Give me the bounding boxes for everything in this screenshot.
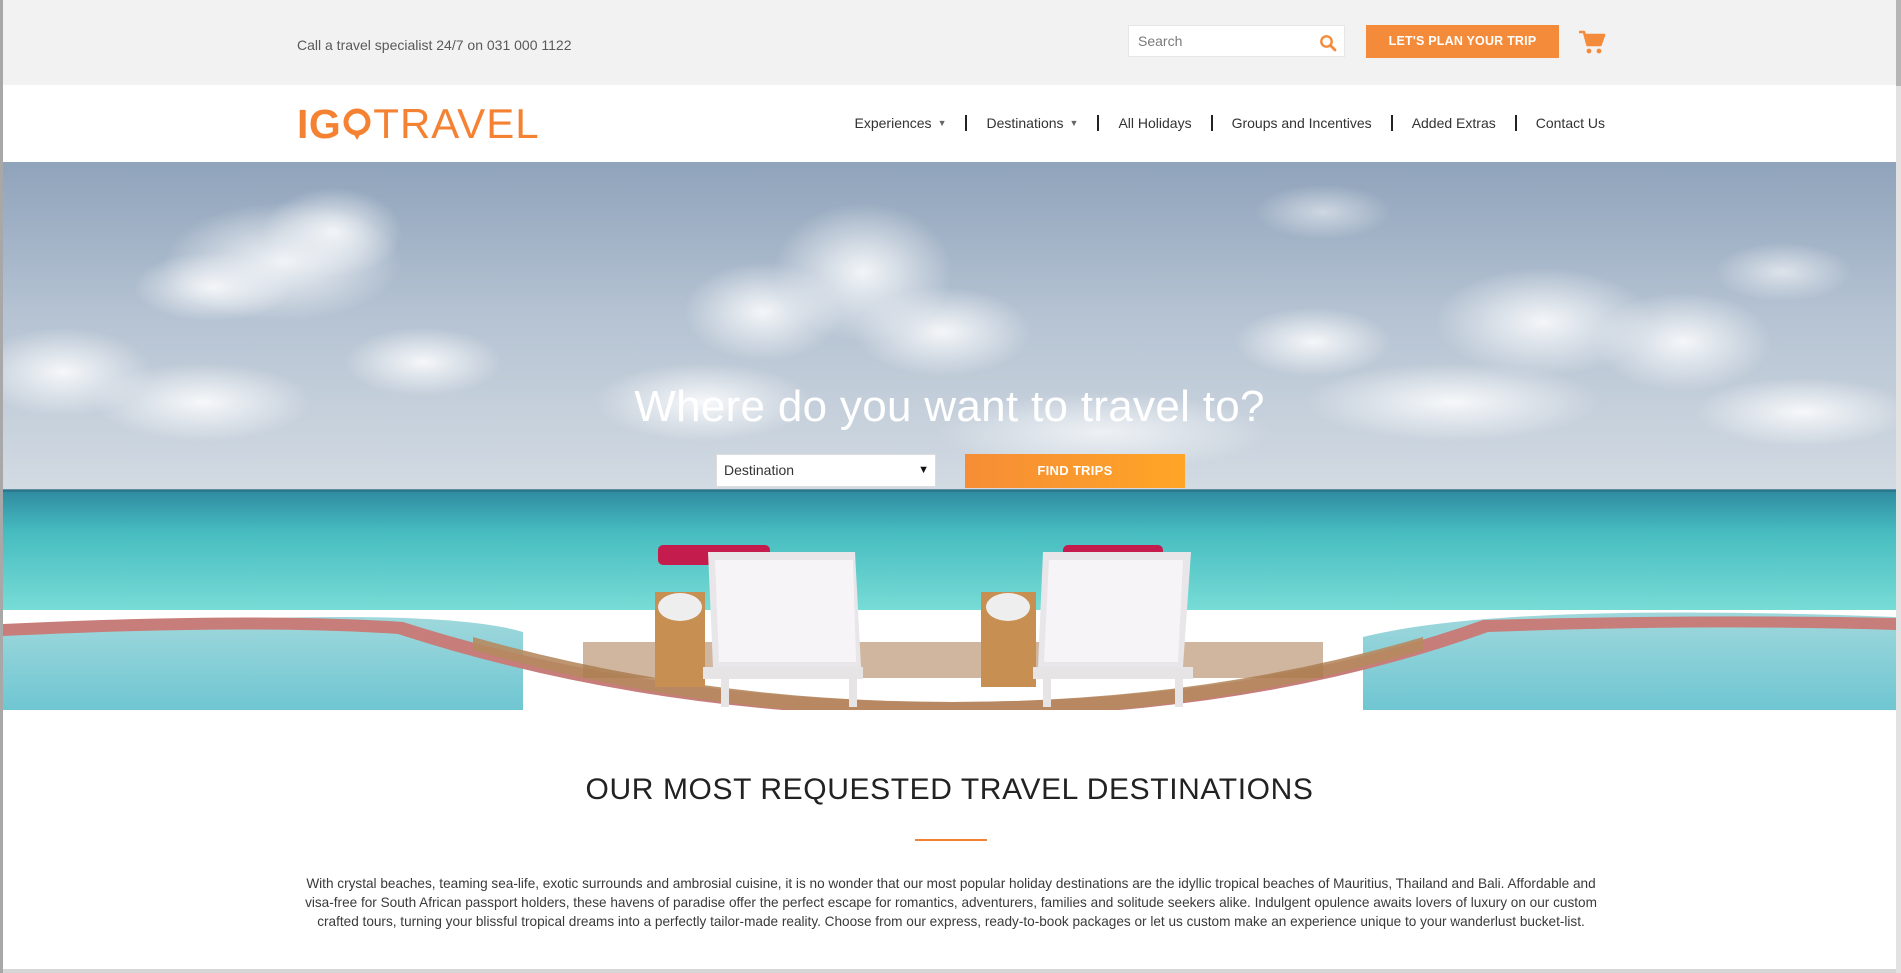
nav-label: Groups and Incentives bbox=[1231, 115, 1372, 131]
destination-select-value: Destination bbox=[724, 462, 795, 478]
main-header: IG TRAVEL Experiences ▼ Destinations ▼ A… bbox=[3, 85, 1896, 162]
search-input[interactable] bbox=[1129, 26, 1309, 56]
title-underline bbox=[915, 839, 987, 841]
logo-text-igo: IG bbox=[297, 101, 342, 147]
nav-label: Contact Us bbox=[1535, 115, 1605, 131]
nav-label: Destinations bbox=[986, 115, 1064, 131]
nav-label: Added Extras bbox=[1411, 115, 1496, 131]
nav-item-contact-us[interactable]: Contact Us bbox=[1517, 115, 1605, 131]
page: Call a travel specialist 24/7 on 031 000… bbox=[3, 0, 1896, 973]
search-box bbox=[1128, 25, 1345, 57]
intro-paragraph: With crystal beaches, teaming sea-life, … bbox=[305, 876, 1597, 929]
caret-down-icon: ▼ bbox=[937, 118, 947, 128]
caret-down-icon: ▼ bbox=[1069, 118, 1079, 128]
hero-title: Where do you want to travel to? bbox=[634, 382, 1265, 431]
scrollbar[interactable] bbox=[1896, 0, 1901, 973]
igo-travel-logo[interactable]: IG TRAVEL bbox=[297, 100, 540, 147]
logo-text-travel: TRAVEL bbox=[373, 100, 540, 147]
section-title: OUR MOST REQUESTED TRAVEL DESTINATIONS bbox=[585, 773, 1314, 806]
find-trips-button[interactable]: FIND TRIPS bbox=[965, 454, 1185, 488]
destination-select[interactable]: Destination ▼ bbox=[716, 454, 936, 487]
top-bar: Call a travel specialist 24/7 on 031 000… bbox=[3, 0, 1896, 85]
search-icon[interactable] bbox=[1319, 34, 1337, 52]
nav-label: Experiences bbox=[854, 115, 932, 131]
hero-banner: Where do you want to travel to? Destinat… bbox=[3, 162, 1896, 710]
location-pin-icon bbox=[343, 108, 371, 140]
chevron-down-icon: ▼ bbox=[918, 464, 929, 476]
scrollbar-thumb[interactable] bbox=[1896, 0, 1901, 86]
hero-background-image bbox=[3, 162, 1896, 710]
page-bottom-border bbox=[3, 969, 1896, 973]
main-nav: Experiences ▼ Destinations ▼ All Holiday… bbox=[836, 115, 1605, 131]
nav-item-destinations[interactable]: Destinations ▼ bbox=[967, 115, 1097, 131]
nav-label: All Holidays bbox=[1118, 115, 1192, 131]
phone-contact-text: Call a travel specialist 24/7 on 031 000… bbox=[297, 37, 572, 53]
nav-item-groups-and-incentives[interactable]: Groups and Incentives bbox=[1213, 115, 1391, 131]
plan-your-trip-button[interactable]: LET'S PLAN YOUR TRIP bbox=[1366, 25, 1559, 58]
nav-item-all-holidays[interactable]: All Holidays bbox=[1099, 115, 1210, 131]
cart-icon[interactable] bbox=[1578, 29, 1606, 55]
browser-viewport: Call a travel specialist 24/7 on 031 000… bbox=[0, 0, 1901, 973]
nav-item-experiences[interactable]: Experiences ▼ bbox=[836, 115, 966, 131]
nav-item-added-extras[interactable]: Added Extras bbox=[1393, 115, 1515, 131]
